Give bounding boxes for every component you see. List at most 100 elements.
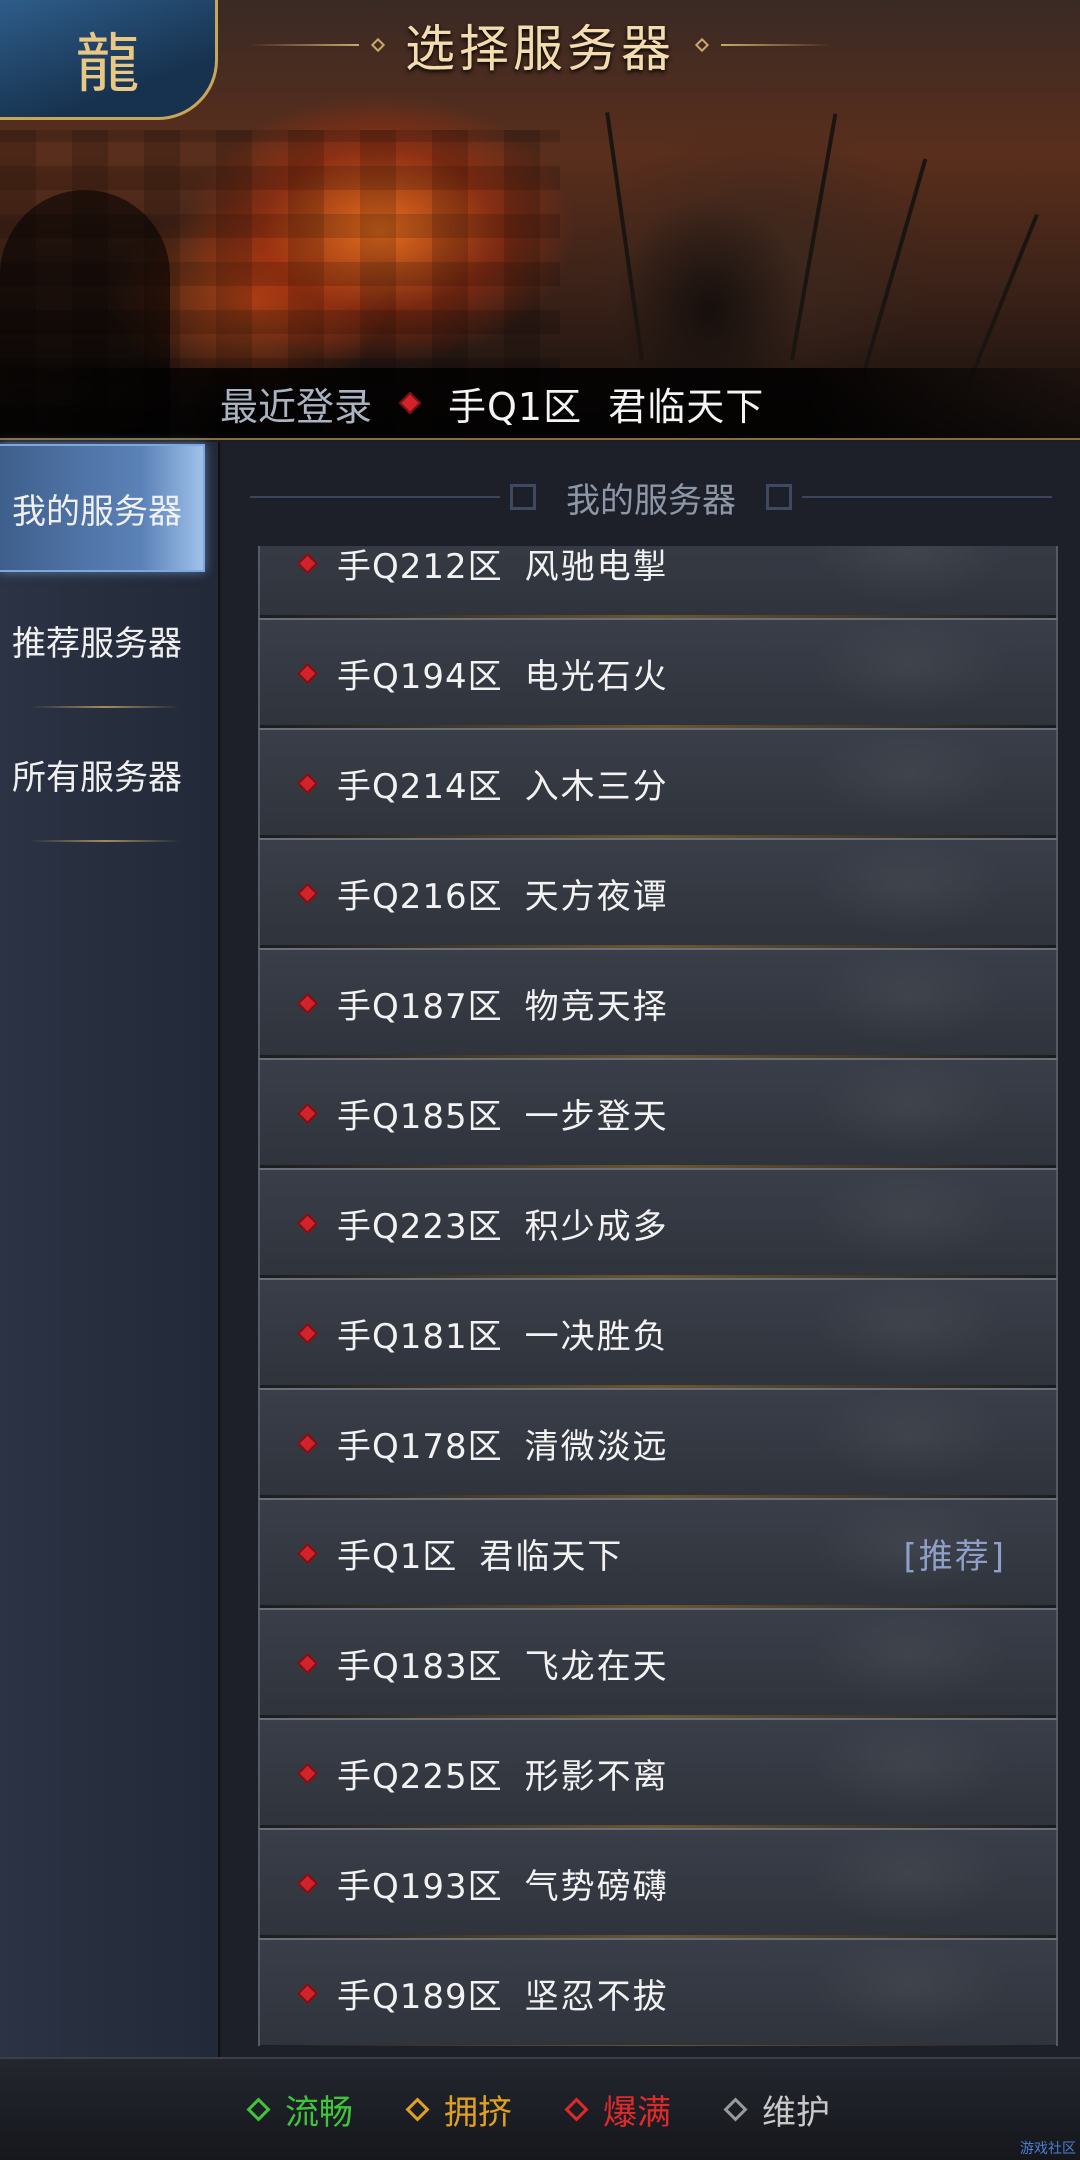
- status-diamond-icon: [564, 2097, 589, 2122]
- server-name: 气势磅礴: [524, 1866, 669, 1907]
- server-zone: 手Q193区: [337, 1866, 503, 1907]
- title-bar: 选择服务器: [0, 0, 1080, 90]
- status-diamond-icon: [296, 1432, 319, 1454]
- server-name: 物竞天择: [524, 986, 669, 1027]
- server-row[interactable]: 手Q187区 物竞天择: [258, 948, 1058, 1058]
- status-legend: 流畅 拥挤 爆满 维护 游戏社区: [0, 2057, 1080, 2160]
- server-name: 君临天下: [479, 1536, 624, 1577]
- server-row[interactable]: 手Q214区 入木三分: [258, 728, 1058, 838]
- legend-item-full: 爆满: [564, 2085, 671, 2134]
- section-knot-ornament: [510, 484, 536, 510]
- status-diamond-icon: [296, 1322, 319, 1344]
- sidebar-item-recommended-servers[interactable]: 推荐服务器: [0, 576, 205, 708]
- status-diamond-icon: [296, 1982, 319, 2004]
- sidebar-item-my-servers[interactable]: 我的服务器: [0, 444, 205, 572]
- status-diamond-icon: [405, 2097, 430, 2122]
- server-zone: 手Q185区: [337, 1096, 503, 1137]
- server-row[interactable]: 手Q216区 天方夜谭: [258, 838, 1058, 948]
- server-zone: 手Q187区: [337, 986, 503, 1027]
- server-row[interactable]: 手Q1区 君临天下 [推荐]: [258, 1498, 1058, 1608]
- status-diamond-icon: [296, 1102, 319, 1124]
- sidebar-divider: [30, 840, 180, 842]
- watermark: 游戏社区: [1020, 2141, 1076, 2157]
- legend-label: 拥挤: [444, 2093, 512, 2133]
- server-name: 积少成多: [524, 1206, 669, 1247]
- status-diamond-icon: [296, 882, 319, 904]
- server-row[interactable]: 手Q178区 清微淡远: [258, 1388, 1058, 1498]
- server-zone: 手Q225区: [337, 1756, 503, 1797]
- title-ornament-diamond: [694, 37, 710, 53]
- legend-label: 流畅: [285, 2093, 353, 2133]
- section-divider: [802, 496, 1052, 498]
- status-diamond-icon: [723, 2097, 748, 2122]
- server-list[interactable]: 手Q212区 风驰电掣 手Q194区 电光石火 手Q214区 入木三分 手Q216区 天方夜谭…: [258, 546, 1058, 2046]
- legend-label: 爆满: [603, 2093, 671, 2133]
- server-zone: 手Q1区: [337, 1536, 458, 1577]
- server-zone: 手Q214区: [337, 766, 503, 807]
- sidebar-item-all-servers[interactable]: 所有服务器: [0, 710, 205, 842]
- sidebar-divider: [30, 706, 180, 708]
- server-zone: 手Q183区: [337, 1646, 503, 1687]
- recommended-tag: [推荐]: [903, 1536, 1006, 1577]
- banner-spear: [860, 158, 928, 381]
- server-name: 飞龙在天: [524, 1646, 669, 1687]
- server-name: 电光石火: [524, 656, 669, 697]
- server-name: 风驰电掣: [524, 546, 669, 587]
- status-diamond-icon: [246, 2097, 271, 2122]
- status-diamond-icon: [296, 772, 319, 794]
- sidebar-item-label: 所有服务器: [12, 757, 182, 798]
- server-zone: 手Q178区: [337, 1426, 503, 1467]
- status-diamond-icon: [296, 1872, 319, 1894]
- server-zone: 手Q194区: [337, 656, 503, 697]
- status-diamond-icon: [296, 1542, 319, 1564]
- server-zone: 手Q223区: [337, 1206, 503, 1247]
- server-name: 形影不离: [524, 1756, 669, 1797]
- legend-item-crowded: 拥挤: [405, 2085, 512, 2134]
- server-list-rows: 手Q212区 风驰电掣 手Q194区 电光石火 手Q214区 入木三分 手Q216区 天方夜谭…: [258, 546, 1058, 2046]
- server-name: 一步登天: [524, 1096, 669, 1137]
- title-ornament: [721, 44, 831, 46]
- server-list-panel: 我的服务器 手Q212区 风驰电掣 手Q194区 电光石火 手Q214区 入木三分 手Q21…: [222, 442, 1080, 2057]
- server-row[interactable]: 手Q193区 气势磅礴: [258, 1828, 1058, 1938]
- server-row[interactable]: 手Q181区 一决胜负: [258, 1278, 1058, 1388]
- section-title: 我的服务器: [566, 480, 736, 521]
- recent-server-name[interactable]: 手Q1区 君临天下: [448, 376, 764, 431]
- legend-item-maintenance: 维护: [723, 2085, 830, 2134]
- status-diamond-icon: [296, 1212, 319, 1234]
- recent-login-bar[interactable]: 最近登录 手Q1区 君临天下: [0, 368, 1080, 440]
- server-category-sidebar: 我的服务器 推荐服务器 所有服务器: [0, 442, 220, 2057]
- header-banner: 龍 选择服务器 最近登录 手Q1区 君临天下: [0, 0, 1080, 440]
- server-row[interactable]: 手Q189区 坚忍不拔: [258, 1938, 1058, 2046]
- status-diamond-icon: [296, 1762, 319, 1784]
- sidebar-item-label: 我的服务器: [12, 491, 182, 532]
- server-name: 天方夜谭: [524, 876, 669, 917]
- server-name: 入木三分: [524, 766, 669, 807]
- server-row[interactable]: 手Q194区 电光石火: [258, 618, 1058, 728]
- legend-label: 维护: [762, 2093, 830, 2133]
- section-divider: [250, 496, 500, 498]
- title-ornament-diamond: [370, 37, 386, 53]
- server-name: 坚忍不拔: [524, 1976, 669, 2017]
- server-row[interactable]: 手Q225区 形影不离: [258, 1718, 1058, 1828]
- server-zone: 手Q216区: [337, 876, 503, 917]
- title-ornament: [249, 44, 359, 46]
- server-name: 一决胜负: [524, 1316, 669, 1357]
- status-diamond-icon: [398, 391, 422, 415]
- server-row[interactable]: 手Q183区 飞龙在天: [258, 1608, 1058, 1718]
- server-row[interactable]: 手Q223区 积少成多: [258, 1168, 1058, 1278]
- server-row[interactable]: 手Q212区 风驰电掣: [258, 546, 1058, 618]
- section-knot-ornament: [766, 484, 792, 510]
- status-diamond-icon: [296, 1652, 319, 1674]
- sidebar-item-label: 推荐服务器: [12, 623, 182, 664]
- status-diamond-icon: [296, 552, 319, 574]
- server-row[interactable]: 手Q185区 一步登天: [258, 1058, 1058, 1168]
- recent-login-label: 最近登录: [220, 384, 373, 429]
- status-diamond-icon: [296, 992, 319, 1014]
- section-header: 我的服务器: [240, 472, 1062, 522]
- server-name: 清微淡远: [524, 1426, 669, 1467]
- page-title: 选择服务器: [405, 20, 675, 78]
- server-zone: 手Q189区: [337, 1976, 503, 2017]
- server-zone: 手Q181区: [337, 1316, 503, 1357]
- server-zone: 手Q212区: [337, 546, 503, 587]
- status-diamond-icon: [296, 662, 319, 684]
